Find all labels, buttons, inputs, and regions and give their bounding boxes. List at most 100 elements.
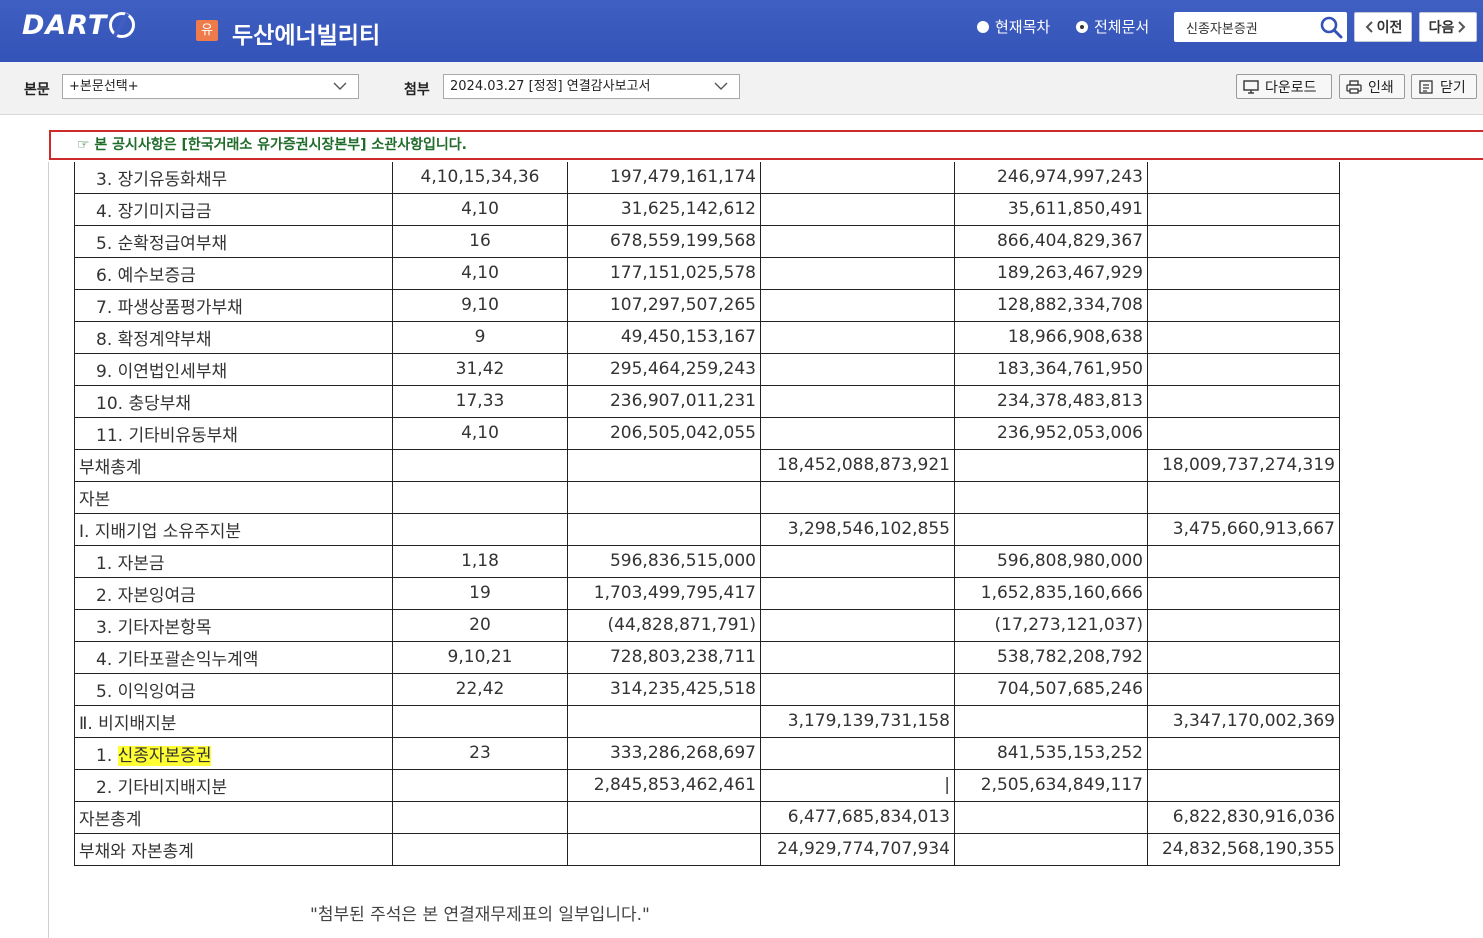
- row-label-text: 1.: [96, 745, 118, 766]
- search-highlight: 신종자본증권: [117, 745, 212, 766]
- note-cell: [392, 704, 568, 738]
- radio-all-label: 전체문서: [1094, 18, 1150, 36]
- prior-detail-cell: [954, 480, 1148, 514]
- search-icon[interactable]: [1319, 15, 1343, 39]
- prior-total-cell: [1147, 416, 1340, 450]
- prior-detail-cell: [954, 512, 1148, 546]
- row-label: 자본총계: [74, 800, 393, 834]
- prior-total-cell-text: 24,832,568,190,355: [1161, 839, 1335, 859]
- row-label-text: 7. 파생상품평가부채: [96, 297, 243, 318]
- current-detail-cell-text: 177,151,025,578: [609, 263, 756, 283]
- current-total-cell-text: 3,179,139,731,158: [787, 711, 950, 731]
- row-label: 4. 장기미지급금: [74, 192, 393, 226]
- prior-total-cell: 6,822,830,916,036: [1147, 800, 1340, 834]
- chevron-right-icon: [1458, 21, 1466, 33]
- prior-detail-cell: [954, 704, 1148, 738]
- table-row: 부채총계 18,452,088,873,921 18,009,737,274,319: [74, 448, 1340, 482]
- dart-logo[interactable]: DART: [22, 8, 136, 42]
- print-button[interactable]: 인쇄: [1339, 74, 1405, 99]
- table-row: 8. 확정계약부채 9 49,450,153,167 18,966,908,638: [74, 320, 1340, 354]
- attach-select[interactable]: 2024.03.27 [정정] 연결감사보고서: [443, 74, 740, 99]
- note-cell: [392, 800, 568, 834]
- prior-detail-cell: (17,273,121,037): [954, 608, 1148, 642]
- table-row: 5. 이익잉여금 22,42 314,235,425,518 704,507,685,…: [74, 672, 1340, 706]
- table-row: 4. 장기미지급금 4,10 31,625,142,612 35,611,850,49…: [74, 192, 1340, 226]
- current-total-cell-text: 6,477,685,834,013: [787, 807, 950, 827]
- current-total-cell: 3,298,546,102,855: [760, 512, 955, 546]
- current-detail-cell-text: 295,464,259,243: [609, 359, 756, 379]
- note-cell-text: 4,10: [461, 423, 499, 443]
- current-total-cell: 18,452,088,873,921: [760, 448, 955, 482]
- current-detail-cell: 49,450,153,167: [567, 320, 761, 354]
- current-total-cell-text: 24,929,774,707,934: [776, 839, 950, 859]
- note-cell-text: 9: [474, 327, 486, 347]
- row-label-text: 부채총계: [79, 457, 142, 478]
- note-cell: 9,10: [392, 288, 568, 322]
- document-close-icon: [1419, 79, 1433, 94]
- current-total-cell-text: 18,452,088,873,921: [776, 455, 950, 475]
- note-cell-text: 9,10,21: [447, 647, 513, 667]
- current-total-cell: [760, 224, 955, 258]
- note-cell-text: 9,10: [461, 295, 499, 315]
- content-left-border: [48, 162, 49, 938]
- download-button[interactable]: 다운로드: [1236, 74, 1332, 99]
- current-detail-cell: 314,235,425,518: [567, 672, 761, 706]
- radio-icon: [977, 20, 989, 33]
- current-detail-cell-text: 333,286,268,697: [609, 743, 756, 763]
- row-label-text: 2. 기타비지배지분: [96, 777, 228, 798]
- row-label: Ⅰ. 지배기업 소유주지분: [74, 512, 393, 546]
- row-label: 3. 장기유동화채무: [74, 162, 393, 194]
- row-label-text: 3. 기타자본항목: [96, 617, 212, 638]
- current-detail-cell-text: 728,803,238,711: [609, 647, 756, 667]
- current-detail-cell: 197,479,161,174: [567, 162, 761, 194]
- body-select-value: +본문선택+: [69, 79, 139, 94]
- prior-total-cell: [1147, 768, 1340, 802]
- radio-current-toc[interactable]: 현재목차: [977, 16, 1050, 37]
- note-cell-text: 19: [469, 583, 491, 603]
- prior-total-cell-text: 3,475,660,913,667: [1172, 519, 1335, 539]
- prior-detail-cell: 841,535,153,252: [954, 736, 1148, 770]
- close-label: 닫기: [1440, 79, 1466, 96]
- current-total-cell: [760, 608, 955, 642]
- table-row: 3. 장기유동화채무 4,10,15,34,36 197,479,161,174 24…: [74, 162, 1340, 194]
- next-button[interactable]: 다음: [1419, 12, 1477, 42]
- table-row: Ⅰ. 지배기업 소유주지분 3,298,546,102,855 3,475,660,…: [74, 512, 1340, 546]
- row-label-text: 4. 기타포괄손익누계액: [96, 649, 259, 670]
- table-row: 9. 이연법인세부채 31,42 295,464,259,243 183,364,76…: [74, 352, 1340, 386]
- row-label-text: 5. 순확정급여부채: [96, 233, 228, 254]
- close-button[interactable]: 닫기: [1411, 74, 1477, 99]
- current-total-cell: [760, 256, 955, 290]
- row-label-text: 9. 이연법인세부채: [96, 361, 228, 382]
- radio-all-docs[interactable]: 전체문서: [1076, 16, 1149, 37]
- print-label: 인쇄: [1368, 79, 1394, 96]
- chevron-down-icon: [714, 82, 728, 90]
- prior-detail-cell-text: 704,507,685,246: [996, 679, 1143, 699]
- prev-button[interactable]: 이전: [1354, 12, 1412, 42]
- current-detail-cell-text: 31,625,142,612: [620, 199, 756, 219]
- current-detail-cell-text: 206,505,042,055: [609, 423, 756, 443]
- current-detail-cell: [567, 480, 761, 514]
- prior-detail-cell: 128,882,334,708: [954, 288, 1148, 322]
- current-detail-cell: 596,836,515,000: [567, 544, 761, 578]
- prior-total-cell: [1147, 544, 1340, 578]
- prior-detail-cell-text: 866,404,829,367: [996, 231, 1143, 251]
- prior-detail-cell-text: 1,652,835,160,666: [980, 583, 1143, 603]
- row-label-text: 6. 예수보증금: [96, 265, 196, 286]
- body-select[interactable]: +본문선택+: [62, 74, 359, 99]
- prior-detail-cell: 236,952,053,006: [954, 416, 1148, 450]
- prior-total-cell: [1147, 352, 1340, 386]
- prior-detail-cell-text: 841,535,153,252: [996, 743, 1143, 763]
- note-cell: 4,10,15,34,36: [392, 162, 568, 194]
- prior-detail-cell: 246,974,997,243: [954, 162, 1148, 194]
- prior-detail-cell: 538,782,208,792: [954, 640, 1148, 674]
- row-label: 자본: [74, 480, 393, 514]
- prior-total-cell: [1147, 224, 1340, 258]
- table-row: 자본총계 6,477,685,834,013 6,822,830,916,036: [74, 800, 1340, 834]
- current-detail-cell: [567, 800, 761, 834]
- note-cell: 4,10: [392, 416, 568, 450]
- current-detail-cell-text: 2,845,853,462,461: [593, 775, 756, 795]
- prior-detail-cell: 35,611,850,491: [954, 192, 1148, 226]
- search-input[interactable]: [1174, 12, 1314, 42]
- current-detail-cell: 236,907,011,231: [567, 384, 761, 418]
- current-total-cell-text: |: [944, 775, 950, 795]
